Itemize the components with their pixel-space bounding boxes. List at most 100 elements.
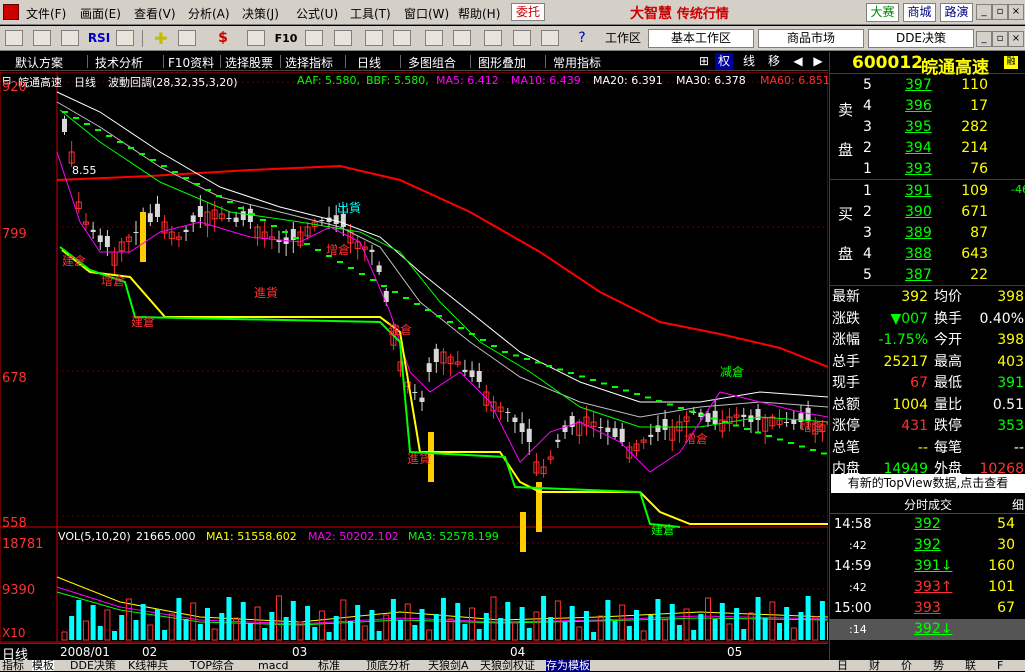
table-icon[interactable] [116,30,134,46]
chart-icon[interactable] [33,30,51,46]
menu-view-screen[interactable]: 画面(E) [80,5,121,22]
crosshair-icon[interactable]: ✚ [150,29,172,48]
bookmark-icon[interactable] [365,30,383,46]
topview-banner[interactable]: 有新的TopView数据,点击查看 [831,474,1025,493]
xian-control[interactable]: 线 [740,53,758,70]
tab-standard[interactable]: 标准 [318,660,340,671]
signal-icon[interactable] [247,30,265,46]
search-icon[interactable] [334,30,352,46]
order-row[interactable]: 3 389 87 [830,223,1025,244]
qtab-shi[interactable]: 势 [933,660,944,671]
chart-area[interactable] [0,71,833,660]
weituo-button[interactable]: 委托 [511,3,545,21]
tab-dde-decision[interactable]: DDE决策 [868,29,974,48]
candle-body [648,434,654,437]
multi-chart-menu[interactable]: 多图组合 [408,54,456,70]
dasai-button[interactable]: 大赛 [866,3,899,22]
order-row[interactable]: 4 388 643 [830,244,1025,265]
stat-value: -- [1013,439,1024,456]
child-restore-icon[interactable]: ▫ [992,31,1008,47]
buy-book: 买 盘 -46 13911092390671338987438864353872… [830,181,1025,286]
f10-button[interactable]: F10 [274,29,298,48]
tab-tianlangjian-a[interactable]: 天狼剑A [428,660,469,671]
period-menu[interactable]: 日线 [357,54,381,70]
calendar-icon[interactable] [484,30,502,46]
menu-file[interactable]: 文件(F) [26,5,66,22]
stat-label: 最高 [934,353,962,370]
f10-info-menu[interactable]: F10资料 [168,54,214,70]
news-icon[interactable] [513,30,531,46]
order-row[interactable]: 5 387 22 [830,265,1025,286]
yi-control[interactable]: 移 [765,53,783,70]
left-arrow-icon[interactable]: ◀ [789,53,807,70]
trades-detail-tab[interactable]: 细 [1012,496,1024,513]
luyan-button[interactable]: 路演 [940,3,973,22]
grid-icon[interactable] [61,30,79,46]
volume-bar [426,629,433,641]
order-row[interactable]: 4 396 17 [830,96,1025,117]
minimize-icon[interactable]: _ [976,4,992,20]
tab-indicator[interactable]: 指标 [2,660,24,671]
overlay-menu[interactable]: 图形叠加 [478,54,526,70]
order-row[interactable]: 2 390 671 [830,202,1025,223]
close-icon[interactable]: × [1008,4,1024,20]
help-pointer-icon[interactable]: ? [572,29,592,48]
menu-analysis[interactable]: 分析(A) [188,5,230,22]
qtab-jia[interactable]: 价 [901,660,912,671]
order-row[interactable]: 1 393 76 [830,159,1025,180]
tab-commodity-market[interactable]: 商品市场 [758,29,864,48]
portfolio-icon[interactable] [425,30,443,46]
restore-icon[interactable]: ▫ [992,4,1008,20]
menu-window[interactable]: 窗口(W) [404,5,449,22]
menu-tools[interactable]: 工具(T) [350,5,391,22]
diamond-icon[interactable] [393,30,411,46]
tab-dde[interactable]: DDE决策 [70,660,116,671]
menu-help[interactable]: 帮助(H) [458,5,500,22]
qtab-ri[interactable]: 日 [837,660,848,671]
right-arrow-icon[interactable]: ▶ [809,53,827,70]
binoculars-icon[interactable] [305,30,323,46]
child-close-icon[interactable]: × [1008,31,1024,47]
tab-top-bottom[interactable]: 顶底分析 [366,660,410,671]
tab-top-zonghe[interactable]: TOP综合 [190,660,234,671]
order-row[interactable]: 1 391 109 [830,181,1025,202]
dollar-icon[interactable]: $ [214,29,232,48]
volume-bar [569,606,575,640]
candle-body [619,428,625,442]
back-icon[interactable] [5,30,23,46]
volume-bar [777,623,782,640]
plus-control[interactable]: ⊞ [695,53,713,70]
quan-control[interactable]: 权 [715,53,733,70]
tab-save-template[interactable]: 存为模板 [546,660,590,671]
menu-formula[interactable]: 公式(U) [296,5,338,22]
scheme-menu[interactable]: 默认方案 [15,54,63,70]
tab-kline-shenbing[interactable]: K线神兵 [128,660,168,671]
qtab-cai[interactable]: 财 [869,660,880,671]
tab-macd[interactable]: macd [258,660,289,671]
child-minimize-icon[interactable]: _ [976,31,992,47]
select-indicator-menu[interactable]: 选择指标 [285,54,333,70]
order-row[interactable]: 5 397 110 [830,75,1025,96]
app-icon[interactable] [3,4,19,20]
tab-template[interactable]: 模板 [32,660,54,671]
menu-decision[interactable]: 决策(J) [242,5,279,22]
subbar-separator [220,55,221,68]
books-icon[interactable] [541,30,559,46]
brand-subtitle: 传统行情 [676,7,729,22]
order-row[interactable]: 3 395 282 [830,117,1025,138]
common-indicators-menu[interactable]: 常用指标 [553,54,601,70]
tab-basic-workspace[interactable]: 基本工作区 [648,29,754,48]
menu-view[interactable]: 查看(V) [134,5,176,22]
ruler-icon[interactable] [178,30,196,46]
tab-tianlangjian-warrant[interactable]: 天狼剑权证 [480,660,535,671]
order-row[interactable]: 2 394 214 [830,138,1025,159]
shangcheng-button[interactable]: 商城 [903,3,936,22]
kline-chart[interactable] [0,71,833,660]
cash-icon[interactable] [453,30,471,46]
qtab-lian[interactable]: 联 [965,660,976,671]
rsi-button[interactable]: RSI [87,29,111,48]
vol-label-max: 18781 [2,537,44,552]
tech-analysis-menu[interactable]: 技术分析 [95,54,143,70]
select-stock-menu[interactable]: 选择股票 [225,54,273,70]
qtab-f[interactable]: F [997,660,1003,671]
